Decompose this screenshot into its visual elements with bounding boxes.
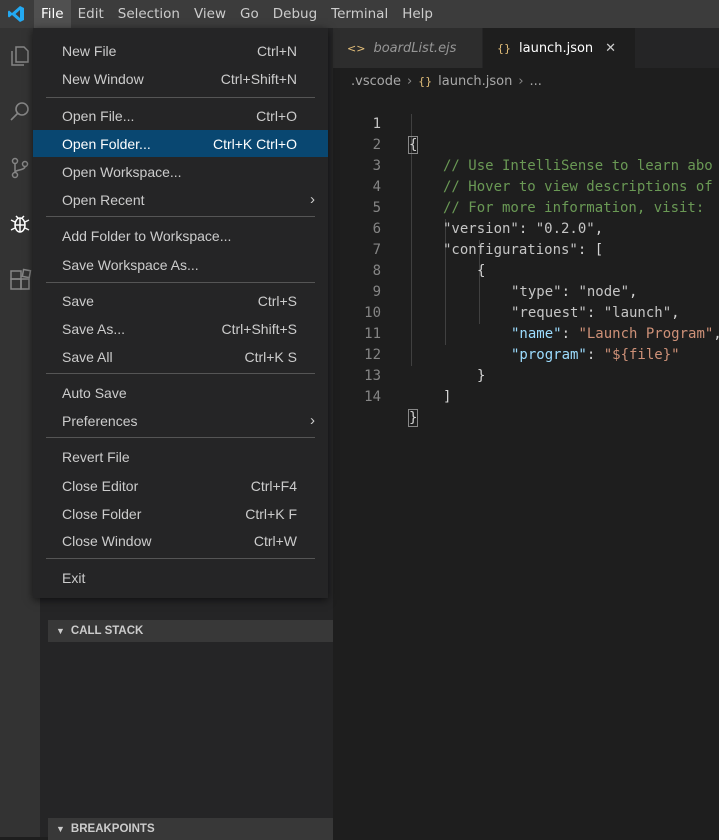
html-file-icon: <>	[347, 41, 366, 55]
chevron-right-icon: ›	[310, 412, 315, 429]
menu-item-save-as[interactable]: Save As... Ctrl+Shift+S	[33, 315, 328, 342]
menu-item-open-workspace[interactable]: Open Workspace...	[33, 158, 328, 185]
code-line: 14 }	[364, 389, 419, 427]
code-line: 11 "program": "${file}"	[364, 326, 680, 363]
menu-selection[interactable]: Selection	[111, 0, 187, 28]
menu-item-close-editor[interactable]: Close Editor Ctrl+F4	[33, 472, 328, 499]
json-file-icon: {}	[418, 74, 433, 88]
menu-edit[interactable]: Edit	[71, 0, 111, 28]
breadcrumb-more[interactable]: ...	[530, 74, 542, 89]
json-file-icon: {}	[497, 41, 511, 55]
code-line: 6 "configurations": [	[372, 221, 604, 258]
breadcrumb: .vscode › {} launch.json › ...	[351, 70, 542, 92]
breadcrumb-folder[interactable]: .vscode	[351, 74, 401, 89]
code-line: 7 {	[372, 242, 486, 279]
menu-item-open-file[interactable]: Open File... Ctrl+O	[33, 102, 328, 129]
menu-separator	[46, 558, 315, 559]
menu-debug[interactable]: Debug	[266, 0, 324, 28]
close-icon[interactable]: ✕	[605, 41, 616, 56]
chevron-right-icon: ›	[518, 73, 524, 89]
menu-item-auto-save[interactable]: Auto Save	[33, 379, 328, 406]
call-stack-label: CALL STACK	[70, 625, 144, 637]
menu-item-save-all[interactable]: Save All Ctrl+K S	[33, 343, 328, 370]
code-line: 10 "name": "Launch Program",	[364, 305, 719, 342]
file-menu-dropdown: New File Ctrl+N New Window Ctrl+Shift+N …	[33, 28, 328, 598]
menu-separator	[46, 97, 315, 98]
code-line: 3 // Hover to view descriptions of	[372, 158, 713, 195]
code-line: 13 ]	[364, 368, 452, 405]
menu-item-save[interactable]: Save Ctrl+S	[33, 287, 328, 314]
menu-separator	[46, 373, 315, 374]
tab-boardlist[interactable]: <> boardList.ejs	[333, 28, 483, 68]
tab-label: launch.json	[519, 40, 594, 56]
menu-item-close-folder[interactable]: Close Folder Ctrl+K F	[33, 500, 328, 527]
menu-help[interactable]: Help	[395, 0, 440, 28]
call-stack-header[interactable]: ▼ CALL STACK	[48, 620, 333, 642]
menu-go[interactable]: Go	[233, 0, 266, 28]
menu-file[interactable]: File	[34, 0, 71, 28]
vscode-logo-icon	[2, 0, 30, 28]
tab-launch-json[interactable]: {} launch.json ✕	[483, 28, 636, 68]
chevron-right-icon: ›	[310, 191, 315, 208]
menu-item-new-file[interactable]: New File Ctrl+N	[33, 37, 328, 64]
menu-item-preferences[interactable]: Preferences ›	[33, 407, 328, 434]
editor-area: <> boardList.ejs {} launch.json ✕ .vscod…	[333, 28, 719, 837]
tab-bar: <> boardList.ejs {} launch.json ✕	[333, 28, 719, 68]
menu-separator	[46, 437, 315, 438]
code-line: 5 "version": "0.2.0",	[372, 200, 604, 237]
code-line: 1 {	[372, 116, 419, 154]
menu-item-add-folder-to-workspace[interactable]: Add Folder to Workspace...	[33, 222, 328, 249]
breakpoints-label: BREAKPOINTS	[70, 823, 155, 835]
menu-item-save-workspace-as[interactable]: Save Workspace As...	[33, 251, 328, 278]
code-line: 2 // Use IntelliSense to learn abo	[372, 137, 713, 174]
chevron-down-icon: ▼	[56, 824, 65, 834]
menu-bar: File Edit Selection View Go Debug Termin…	[34, 0, 440, 28]
tab-label: boardList.ejs	[373, 40, 457, 56]
menu-item-revert-file[interactable]: Revert File	[33, 443, 328, 470]
code-line: 12 }	[364, 347, 486, 384]
title-bar: File Edit Selection View Go Debug Termin…	[0, 0, 719, 28]
code-line: 8 "type": "node",	[372, 263, 638, 300]
menu-item-exit[interactable]: Exit	[33, 564, 328, 591]
menu-item-close-window[interactable]: Close Window Ctrl+W	[33, 527, 328, 554]
menu-terminal[interactable]: Terminal	[324, 0, 395, 28]
menu-item-new-window[interactable]: New Window Ctrl+Shift+N	[33, 65, 328, 92]
menu-item-open-recent[interactable]: Open Recent ›	[33, 186, 328, 213]
chevron-down-icon: ▼	[56, 626, 65, 636]
code-line: 9 "request": "launch",	[372, 284, 680, 321]
chevron-right-icon: ›	[406, 73, 413, 89]
menu-separator	[46, 216, 315, 217]
menu-item-open-folder[interactable]: Open Folder... Ctrl+K Ctrl+O	[33, 130, 328, 157]
menu-view[interactable]: View	[187, 0, 233, 28]
breadcrumb-file[interactable]: launch.json	[438, 74, 512, 89]
code-line: 4 // For more information, visit:	[372, 179, 713, 216]
menu-separator	[46, 282, 315, 283]
code-editor[interactable]: 1 { 2 // Use IntelliSense to learn abo 3…	[333, 93, 719, 427]
